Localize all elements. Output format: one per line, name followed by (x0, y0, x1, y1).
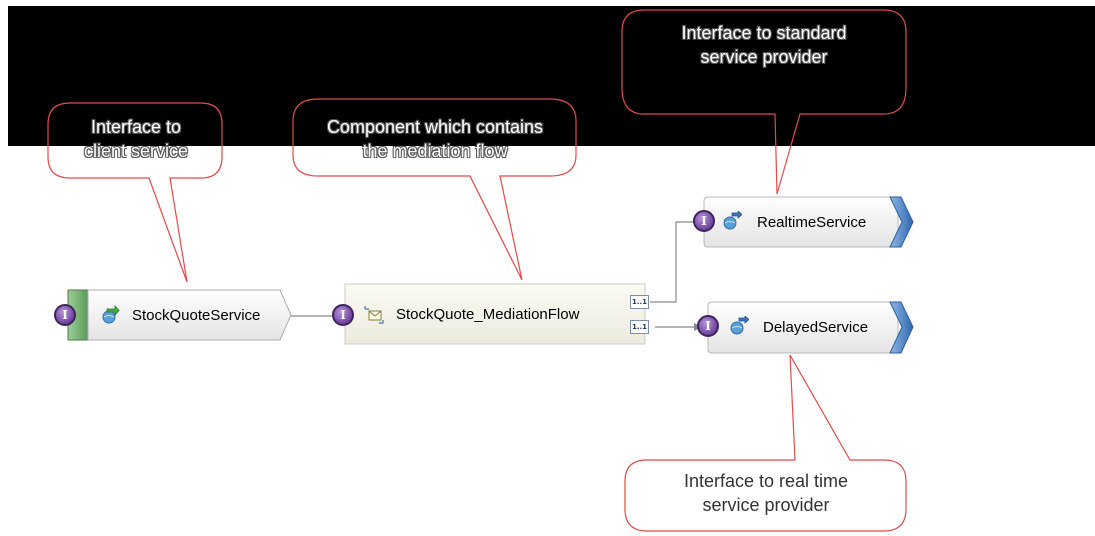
reference-multiplicity-top[interactable]: 1..1 (630, 295, 649, 309)
mediation-node-label-wrap: StockQuote_MediationFlow (396, 289, 579, 339)
realtime-node-label: RealtimeService (757, 213, 867, 231)
interface-icon-mediation[interactable]: I (332, 304, 354, 326)
callout-realtime-text: Interface to real time service provider (628, 469, 904, 517)
callout-realtime-line-1: Interface to real time (683, 471, 849, 491)
mediation-flow-icon (364, 306, 384, 324)
export-node-label: StockQuoteService (132, 306, 261, 324)
assembly-diagram (47, 9, 914, 532)
web-service-import-icon (730, 316, 749, 335)
callout-component-line-2: the mediation flow (362, 141, 508, 161)
callout-standard-text: Interface to standard service provider (624, 21, 904, 69)
callout-standard-line-1: Interface to standard (681, 23, 847, 43)
reference-multiplicity-bottom[interactable]: 1..1 (630, 320, 649, 334)
callout-component-text: Component which contains the mediation f… (296, 115, 574, 163)
delayed-node-label: DelayedService (763, 318, 869, 336)
connector-mediation-to-realtime (650, 221, 702, 303)
callout-client-line-2: client service (83, 141, 189, 161)
interface-icon-realtime[interactable]: I (693, 210, 715, 232)
callout-component-line-1: Component which contains (326, 117, 544, 137)
interface-icon-delayed[interactable]: I (697, 315, 719, 337)
mediation-node-label: StockQuote_MediationFlow (396, 305, 580, 323)
callout-realtime-line-2: service provider (702, 495, 830, 515)
export-node-label-wrap: StockQuoteService (132, 290, 260, 340)
callout-standard-line-2: service provider (700, 47, 828, 67)
web-service-export-icon (102, 305, 120, 324)
interface-icon-export[interactable]: I (54, 304, 76, 326)
realtime-node-label-wrap: RealtimeService (757, 197, 866, 247)
callout-client-text: Interface to client service (56, 115, 216, 163)
delayed-node-label-wrap: DelayedService (763, 302, 868, 352)
callout-client-line-1: Interface to (90, 117, 182, 137)
web-service-import-icon (723, 211, 742, 230)
